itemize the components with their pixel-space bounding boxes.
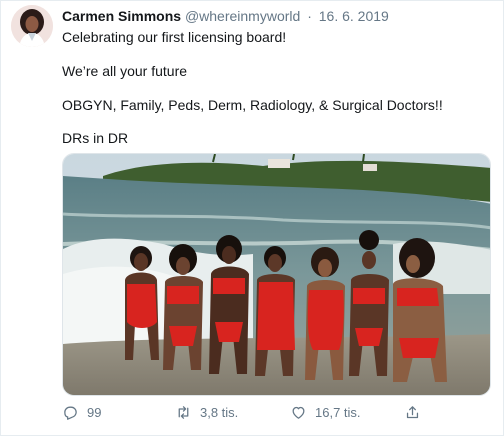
reply-count: 99 xyxy=(87,404,102,420)
beach-group-photo xyxy=(63,154,490,395)
heart-icon xyxy=(292,406,305,419)
retweet-icon xyxy=(178,405,189,419)
reply-icon xyxy=(64,406,77,420)
tweet-text-line: DRs in DR xyxy=(62,130,129,146)
tweet-header: Carmen Simmons @whereinmyworld · 16. 6. … xyxy=(62,7,389,25)
tweet-actions: 99 3,8 tis. 16,7 tis. xyxy=(62,401,491,423)
tweet-text-line: OBGYN, Family, Peds, Derm, Radiology, & … xyxy=(62,97,443,113)
tweet-text-line: Celebrating our first licensing board! xyxy=(62,29,287,45)
retweet-count: 3,8 tis. xyxy=(200,404,239,420)
tweet-date[interactable]: 16. 6. 2019 xyxy=(319,8,389,24)
tweet-photo[interactable] xyxy=(62,153,491,396)
share-icon xyxy=(406,405,419,418)
retweet-button[interactable]: 3,8 tis. xyxy=(175,401,238,423)
avatar-image xyxy=(11,5,53,47)
reply-button[interactable]: 99 xyxy=(62,401,101,423)
tweet-card[interactable]: Carmen Simmons @whereinmyworld · 16. 6. … xyxy=(0,0,504,436)
share-button[interactable] xyxy=(404,401,429,423)
like-button[interactable]: 16,7 tis. xyxy=(290,401,361,423)
header-separator: · xyxy=(307,8,312,24)
tweet-text-line: We’re all your future xyxy=(62,63,188,79)
author-name[interactable]: Carmen Simmons xyxy=(62,8,181,24)
author-handle[interactable]: @whereinmyworld xyxy=(185,8,300,24)
like-count: 16,7 tis. xyxy=(315,404,361,420)
avatar[interactable] xyxy=(11,5,53,47)
